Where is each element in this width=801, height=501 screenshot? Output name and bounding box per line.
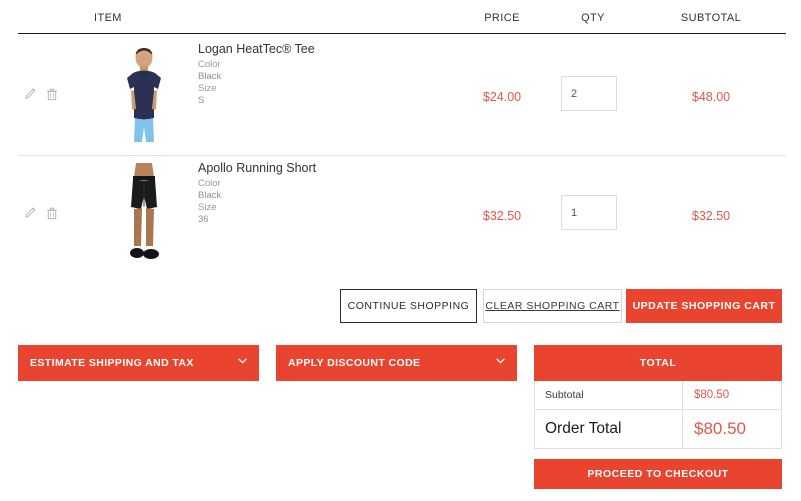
pencil-icon[interactable]: [24, 207, 36, 220]
item-subtotal: $32.50: [691, 209, 731, 223]
summary-row-subtotal: Subtotal $80.50: [535, 381, 781, 410]
estimate-shipping-and-tax-panel[interactable]: Estimate Shipping and Tax: [18, 345, 259, 381]
item-subtotal: $48.00: [691, 90, 731, 104]
option-value-size: S: [198, 95, 205, 106]
proceed-to-checkout-button[interactable]: Proceed to Checkout: [534, 459, 782, 489]
clear-shopping-cart-label: Clear Shopping Cart: [485, 300, 620, 312]
product-details: Logan HeatTec® Tee Color Black Size S: [198, 42, 448, 107]
product-thumbnail[interactable]: [106, 163, 182, 271]
chevron-down-icon: [238, 358, 247, 364]
product-thumbnail[interactable]: [106, 44, 182, 152]
item-price: $32.50: [482, 209, 522, 223]
cart-row: Logan HeatTec® Tee Color Black Size S $2…: [18, 38, 786, 156]
order-total-label: Order Total: [535, 410, 683, 448]
product-name[interactable]: Logan HeatTec® Tee: [198, 42, 448, 56]
apply-discount-code-panel[interactable]: Apply Discount Code: [276, 345, 517, 381]
estimate-shipping-and-tax-label: Estimate Shipping and Tax: [30, 357, 194, 369]
product-details: Apollo Running Short Color Black Size 36: [198, 161, 448, 226]
trash-icon[interactable]: [46, 207, 58, 220]
summary-heading: Total: [534, 345, 782, 381]
order-total-value: $80.50: [694, 419, 746, 438]
cart-table-header: ITEM PRICE QTY SUBTOTAL: [18, 12, 786, 34]
summary-row-order-total: Order Total $80.50: [535, 410, 781, 448]
product-name[interactable]: Apollo Running Short: [198, 161, 448, 175]
cart-actions: Continue Shopping Clear Shopping Cart Up…: [0, 289, 801, 323]
continue-shopping-label: Continue Shopping: [347, 300, 470, 312]
option-value-color: Black: [198, 71, 222, 82]
update-shopping-cart-button[interactable]: Update Shopping Cart: [626, 289, 782, 323]
option-label-color: Color: [198, 178, 221, 189]
order-summary: Total Subtotal $80.50 Order Total $80.50: [534, 345, 782, 449]
option-label-color: Color: [198, 59, 221, 70]
column-header-subtotal: SUBTOTAL: [680, 12, 742, 24]
cart-row: Apollo Running Short Color Black Size 36…: [18, 157, 786, 277]
subtotal-value: $80.50: [694, 389, 730, 401]
trash-icon[interactable]: [46, 88, 58, 101]
apply-discount-code-label: Apply Discount Code: [288, 357, 421, 369]
item-price: $24.00: [482, 90, 522, 104]
row-action-icons: [24, 207, 58, 220]
shopping-cart-page: ITEM PRICE QTY SUBTOTAL Logan HeatTec® T…: [0, 0, 801, 501]
pencil-icon[interactable]: [24, 88, 36, 101]
option-label-size: Size: [198, 202, 217, 213]
chevron-down-icon: [496, 358, 505, 364]
option-value-color: Black: [198, 190, 222, 201]
summary-table: Subtotal $80.50 Order Total $80.50: [534, 381, 782, 449]
column-header-price: PRICE: [484, 12, 520, 24]
subtotal-label: Subtotal: [535, 381, 683, 409]
quantity-input[interactable]: [561, 76, 617, 111]
proceed-to-checkout-label: Proceed to Checkout: [587, 468, 729, 480]
update-shopping-cart-label: Update Shopping Cart: [632, 300, 776, 312]
column-header-item: ITEM: [94, 12, 122, 24]
quantity-input[interactable]: [561, 195, 617, 230]
row-action-icons: [24, 88, 58, 101]
option-value-size: 36: [198, 214, 209, 225]
column-header-qty: QTY: [581, 12, 605, 24]
option-label-size: Size: [198, 83, 217, 94]
clear-shopping-cart-button[interactable]: Clear Shopping Cart: [483, 289, 622, 323]
continue-shopping-button[interactable]: Continue Shopping: [340, 289, 477, 323]
